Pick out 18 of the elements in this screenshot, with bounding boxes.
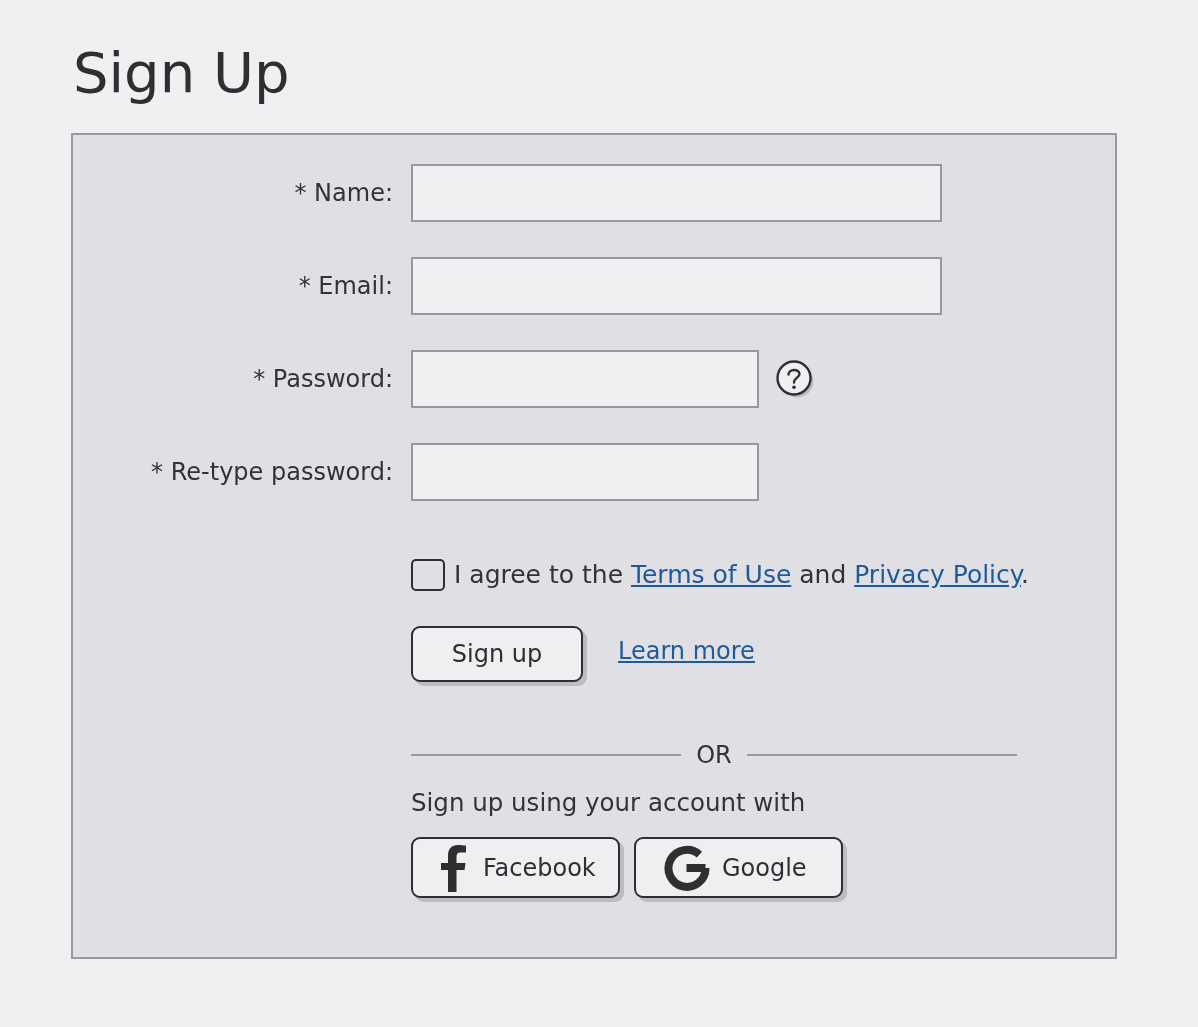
input-field[interactable] [411,443,759,501]
page-title: Sign Up [73,39,290,107]
agreement-text: I agree to the Terms of Use and Privacy Policy. [454,561,1029,589]
social-prompt: Sign up using your account with [411,789,806,817]
learn-more-link[interactable]: Learn more [618,637,755,665]
field-label: * Name: [294,179,393,207]
input-field[interactable] [411,257,942,315]
f-logo-icon [439,843,467,892]
policy-link[interactable]: Terms of Use [630,560,792,589]
g-logo-icon [664,844,710,891]
input-field[interactable] [411,164,942,222]
input-field[interactable] [411,350,759,408]
field-label: * Password: [253,365,393,393]
field-label: * Re-type password: [151,458,393,486]
policy-link[interactable]: Privacy Policy [854,560,1022,589]
field-label: * Email: [298,272,393,300]
divider-label: OR [696,741,732,769]
checkbox[interactable] [411,559,445,591]
